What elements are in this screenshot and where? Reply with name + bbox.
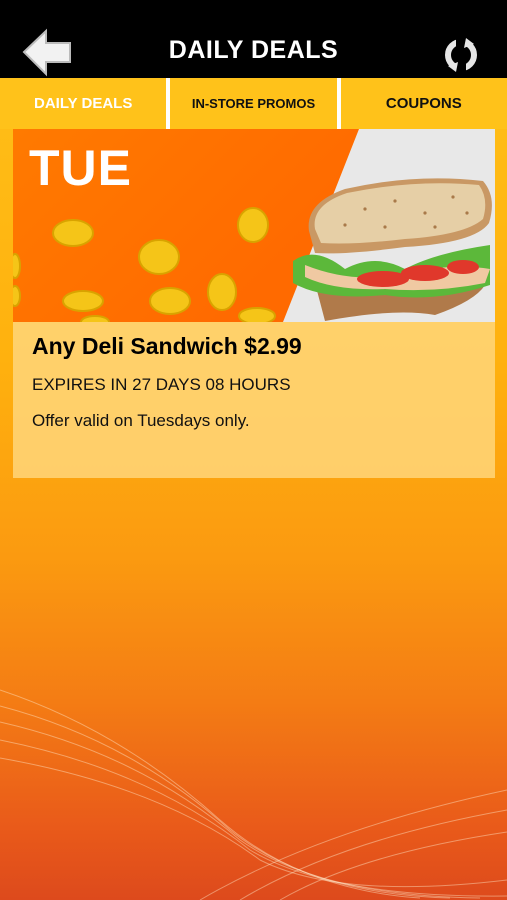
deal-card[interactable]: TUE Any Deli Sandwich $2.99 EXPIRES IN 2… [13, 129, 495, 478]
refresh-button[interactable] [442, 36, 480, 74]
refresh-icon [445, 38, 477, 72]
sandwich-image [293, 178, 492, 321]
deal-description: Offer valid on Tuesdays only. [32, 411, 250, 430]
page-title: DAILY DEALS [168, 36, 339, 64]
deal-banner: TUE [13, 129, 495, 322]
tab-in-store-promos[interactable]: IN-STORE PROMOS [166, 78, 341, 129]
background-waves [0, 689, 507, 900]
tab-coupons[interactable]: COUPONS [341, 78, 507, 129]
banner-day-label: TUE [29, 140, 132, 196]
deal-expiry: EXPIRES IN 27 DAYS 08 HOURS [32, 375, 291, 394]
deal-title: Any Deli Sandwich $2.99 [32, 333, 302, 359]
top-bar: DAILY DEALS [0, 0, 507, 78]
tab-daily-deals[interactable]: DAILY DEALS [0, 78, 166, 129]
tab-bar: DAILY DEALS IN-STORE PROMOS COUPONS [0, 78, 507, 129]
